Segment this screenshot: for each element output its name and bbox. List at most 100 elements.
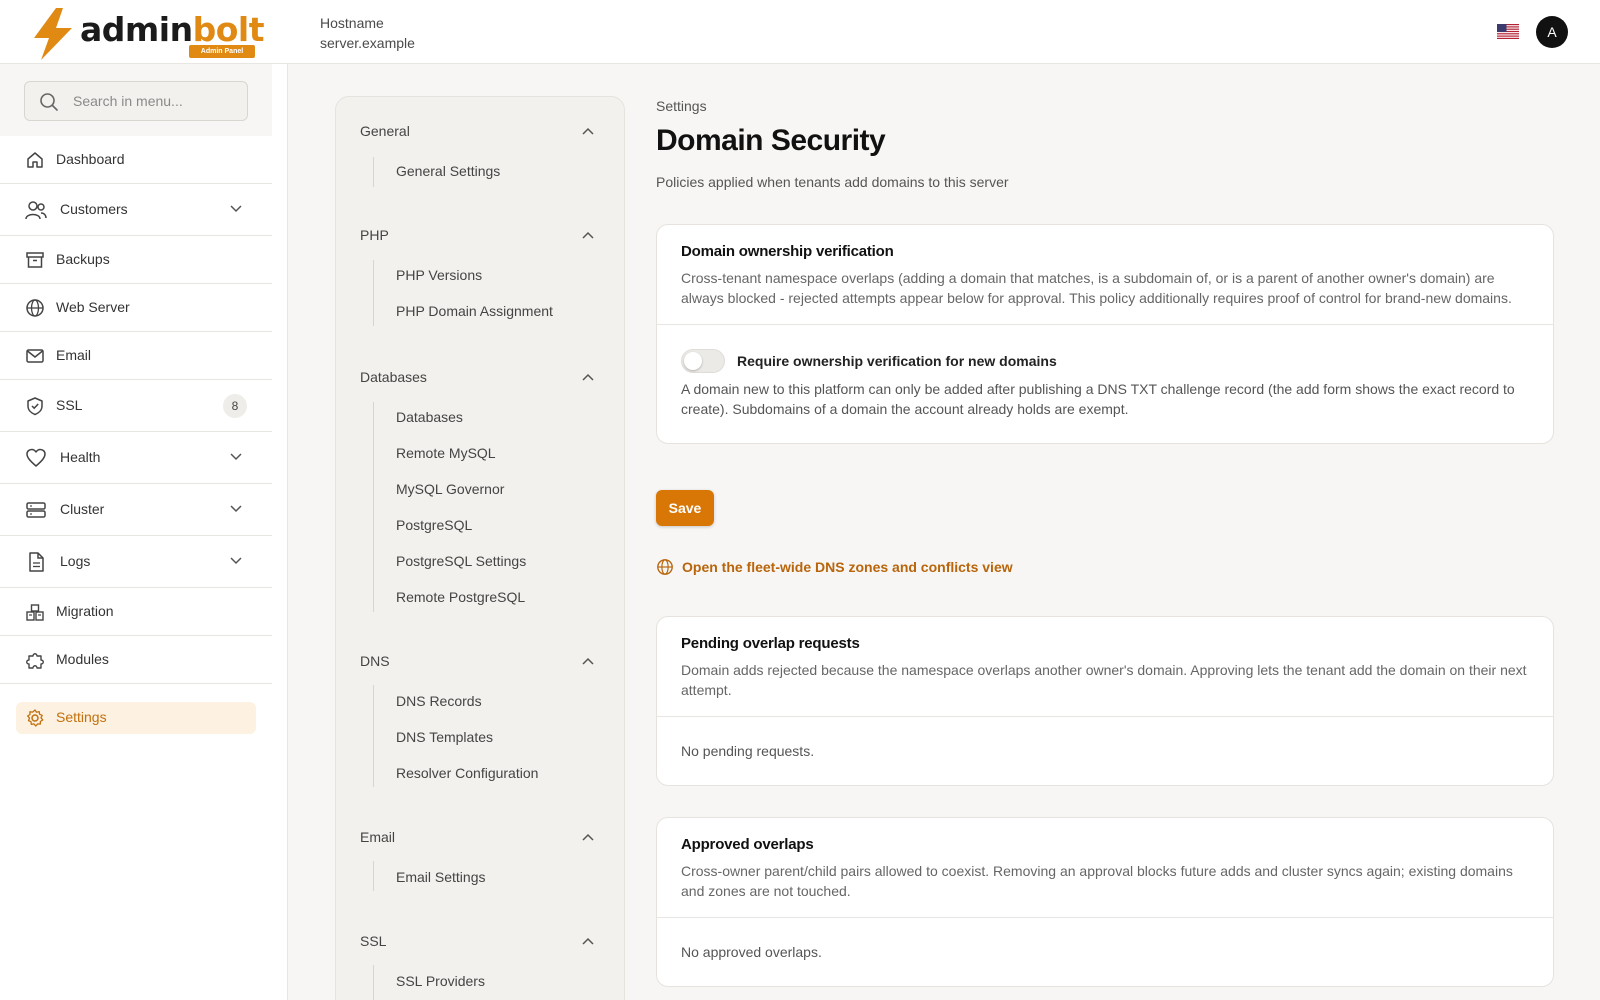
sidebar-item-label: Cluster [60,501,105,517]
users-icon [25,201,47,220]
verification-card-body: Require ownership verification for new d… [657,325,1553,443]
logo-wordmark: adminbolt [80,10,264,49]
sidebar-item-migration[interactable]: Migration [0,588,272,636]
top-bar: adminbolt Admin Panel Hostname server.ex… [0,0,1600,64]
subnav-section-dns[interactable]: DNS [360,653,390,669]
page-title: Domain Security [656,124,886,157]
sidebar-item-email[interactable]: Email [0,332,272,380]
sidebar-item-settings[interactable]: Settings [16,702,256,734]
verification-toggle[interactable] [681,349,725,373]
sidebar-item-ssl[interactable]: SSL 8 [0,380,272,432]
card-description: Domain adds rejected because the namespa… [681,662,1527,698]
migration-icon [26,604,44,621]
subnav-link-php-domain-assignment[interactable]: PHP Domain Assignment [396,303,553,319]
pending-empty-state: No pending requests. [681,743,815,759]
chevron-up-icon[interactable] [582,373,594,381]
card-description: Cross-owner parent/child pairs allowed t… [681,863,1513,899]
subnav-divider [373,965,374,1000]
subnav-link-mysql-governor[interactable]: MySQL Governor [396,481,504,497]
approved-overlaps-card: Approved overlaps Cross-owner parent/chi… [656,817,1554,987]
sidebar-item-label: Migration [56,603,114,619]
subnav-link-email-settings[interactable]: Email Settings [396,869,485,885]
sidebar-item-label: Modules [56,651,109,667]
us-flag-icon[interactable] [1497,24,1519,39]
sidebar-item-web-server[interactable]: Web Server [0,284,272,332]
sidebar-item-label: SSL [56,397,83,413]
card-title: Approved overlaps [681,836,814,853]
approved-card-header: Approved overlaps Cross-owner parent/chi… [657,818,1553,918]
verification-card: Domain ownership verification Cross-tena… [656,224,1554,444]
toggle-knob [684,352,702,370]
toggle-help-text: A domain new to this platform can only b… [681,381,1515,417]
sidebar-search[interactable] [24,81,248,121]
bolt-logo-icon [34,8,72,60]
toggle-label: Require ownership verification for new d… [737,353,1057,369]
subnav-divider [373,402,374,612]
subnav-section-ssl[interactable]: SSL [360,933,386,949]
sidebar-item-dashboard[interactable]: Dashboard [0,136,272,184]
ssl-count-badge: 8 [223,394,247,418]
chevron-down-icon [230,453,242,461]
globe-icon [657,559,673,575]
subnav-link-dns-templates[interactable]: DNS Templates [396,729,493,745]
logo[interactable]: adminbolt Admin Panel [30,6,270,60]
sidebar-item-health[interactable]: Health [0,432,272,484]
chevron-down-icon [230,557,242,565]
gear-icon [26,709,44,727]
avatar[interactable]: A [1536,16,1568,48]
heart-icon [26,448,46,467]
subnav-section-general[interactable]: General [360,123,410,139]
sidebar-item-backups[interactable]: Backups [0,236,272,284]
server-icon [26,502,46,518]
sidebar-item-label: Customers [60,201,128,217]
hostname-label: Hostname [320,15,384,31]
search-input[interactable] [73,91,238,111]
subnav-section-email[interactable]: Email [360,829,395,845]
chevron-up-icon[interactable] [582,127,594,135]
subnav-link-databases[interactable]: Databases [396,409,463,425]
settings-subnav: General General Settings PHP PHP Version… [335,96,625,1000]
subnav-link-dns-records[interactable]: DNS Records [396,693,482,709]
chevron-up-icon[interactable] [582,231,594,239]
sidebar-item-customers[interactable]: Customers [0,184,272,236]
subnav-divider [373,260,374,326]
subnav-section-databases[interactable]: Databases [360,369,427,385]
subnav-link-general-settings[interactable]: General Settings [396,163,500,179]
subnav-link-php-versions[interactable]: PHP Versions [396,267,482,283]
search-icon [40,93,58,111]
chevron-down-icon [230,205,242,213]
sidebar-item-label: Logs [60,553,91,569]
globe-icon [26,299,44,317]
subnav-link-remote-mysql[interactable]: Remote MySQL [396,445,496,461]
archive-icon [26,252,44,268]
chevron-up-icon[interactable] [582,937,594,945]
sidebar-item-modules[interactable]: Modules [0,636,272,684]
subnav-link-postgresql[interactable]: PostgreSQL [396,517,472,533]
chevron-down-icon [230,505,242,513]
pending-card-header: Pending overlap requests Domain adds rej… [657,617,1553,717]
verification-toggle-row: Require ownership verification for new d… [681,349,1529,373]
breadcrumb[interactable]: Settings [656,98,707,114]
subnav-divider [373,861,374,891]
card-title: Domain ownership verification [681,243,894,260]
subnav-section-php[interactable]: PHP [360,227,389,243]
sidebar-item-label: Settings [56,709,107,725]
shield-icon [27,397,43,416]
subnav-link-remote-postgresql[interactable]: Remote PostgreSQL [396,589,525,605]
save-button[interactable]: Save [656,490,714,526]
sidebar-item-logs[interactable]: Logs [0,536,272,588]
subnav-link-resolver-configuration[interactable]: Resolver Configuration [396,765,538,781]
card-title: Pending overlap requests [681,635,860,652]
sidebar-item-label: Backups [56,251,110,267]
chevron-up-icon[interactable] [582,657,594,665]
sidebar-item-cluster[interactable]: Cluster [0,484,272,536]
subnav-divider [373,157,374,187]
subnav-link-ssl-providers[interactable]: SSL Providers [396,973,485,989]
page-subtitle: Policies applied when tenants add domain… [656,174,1009,190]
chevron-up-icon[interactable] [582,833,594,841]
sidebar-item-label: Dashboard [56,151,125,167]
sidebar: Dashboard Customers Backups Web Server [0,64,288,1000]
mail-icon [26,349,44,363]
sidebar-item-label: Health [60,449,101,465]
subnav-link-postgresql-settings[interactable]: PostgreSQL Settings [396,553,526,569]
